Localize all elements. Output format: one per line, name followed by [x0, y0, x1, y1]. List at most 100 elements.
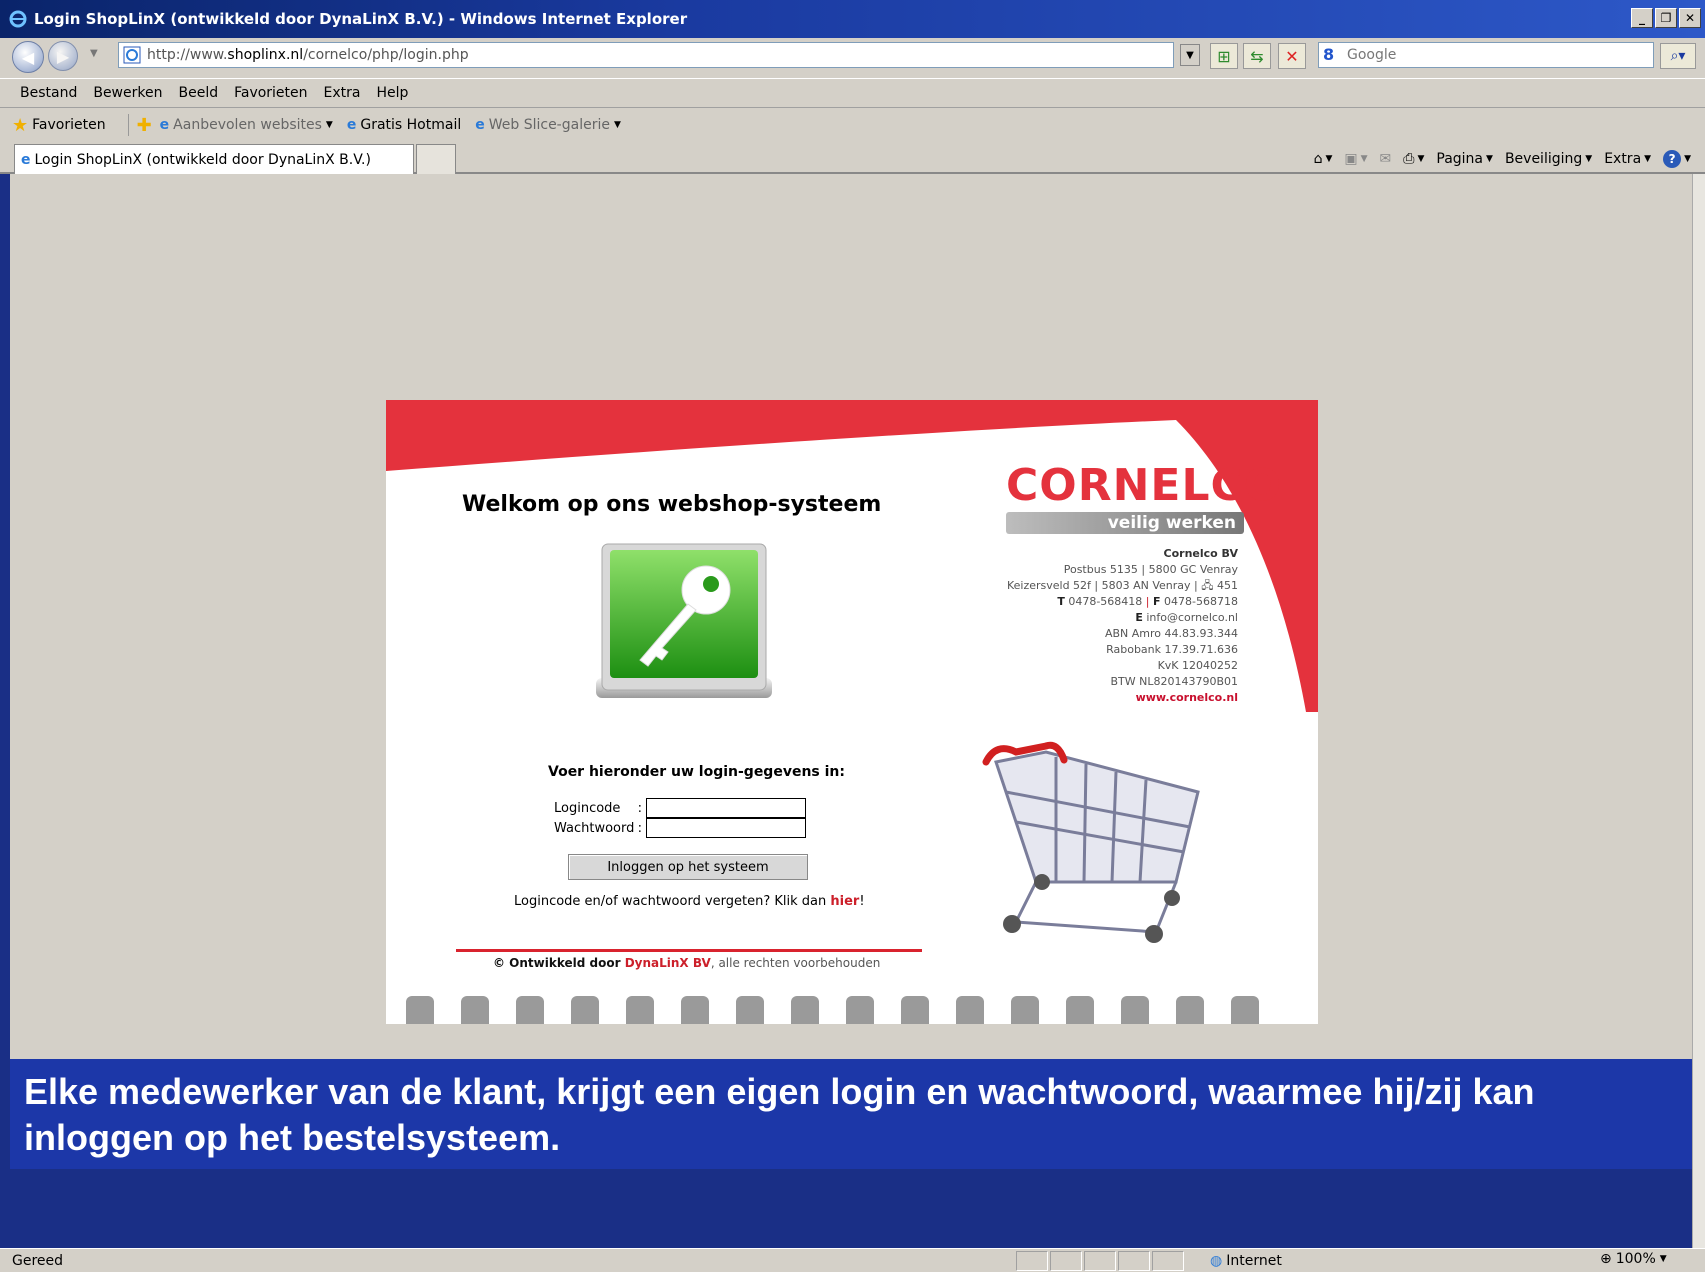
forward-button[interactable]: ▶: [48, 41, 78, 71]
status-bar: Gereed ◍ Internet ⊕ 100% ▼: [0, 1248, 1705, 1272]
history-dropdown-icon[interactable]: ▼: [90, 48, 98, 59]
menu-bewerken[interactable]: Bewerken: [85, 85, 170, 101]
vertical-scrollbar[interactable]: [1692, 174, 1705, 1248]
dynalinx-link[interactable]: DynaLinX BV: [625, 956, 711, 970]
url-prefix: http://www.: [147, 47, 228, 63]
zoom-level: 100%: [1615, 1251, 1656, 1267]
print-icon: ⎙: [1403, 151, 1415, 167]
close-button[interactable]: ✕: [1679, 8, 1701, 28]
security-menu[interactable]: Beveiliging ▼: [1505, 151, 1592, 167]
search-icon: ⌕: [1670, 48, 1679, 64]
security-menu-label: Beveiliging: [1504, 151, 1583, 167]
logincode-input[interactable]: [646, 798, 806, 818]
copyright-suffix: , alle rechten voorbehouden: [710, 956, 881, 970]
status-cell: [1050, 1251, 1082, 1271]
star-icon: ★: [12, 114, 29, 136]
minimize-button[interactable]: _: [1631, 8, 1653, 28]
key-icon: [596, 543, 772, 698]
help-button[interactable]: ? ▼: [1663, 150, 1691, 168]
copyright-prefix: © Ontwikkeld door: [493, 956, 625, 970]
search-input[interactable]: 8 Google: [1318, 42, 1654, 68]
mail-icon: ✉: [1379, 151, 1392, 167]
status-cell: [1118, 1251, 1150, 1271]
address-toolbar: ◀ ▶ ▼ http://www. shoplinx.nl/cornelco/ph…: [0, 38, 1705, 78]
favorites-label: Favorieten: [32, 117, 106, 133]
address-dropdown-button[interactable]: ▼: [1180, 44, 1200, 66]
rabo-line: Rabobank 17.39.71.636: [1106, 643, 1238, 656]
email: info@cornelco.nl: [1146, 611, 1238, 624]
add-favorite-icon[interactable]: ✚: [137, 115, 152, 136]
mail-button[interactable]: ✉: [1380, 151, 1392, 167]
restore-button[interactable]: ❐: [1655, 8, 1677, 28]
password-row: Wachtwoord:: [554, 818, 806, 838]
password-input[interactable]: [646, 818, 806, 838]
url-domain: shoplinx.nl: [227, 47, 304, 63]
company-address: Cornelco BV Postbus 5135 | 5800 GC Venra…: [1007, 546, 1238, 706]
chevron-down-icon: ▼: [613, 120, 621, 130]
home-button[interactable]: ⌂ ▼: [1314, 151, 1333, 167]
zone-label: Internet: [1226, 1253, 1282, 1269]
security-zone[interactable]: ◍ Internet: [1210, 1251, 1282, 1271]
address-line-2: Keizersveld 52f | 5803 AN Venray | 🖧 451: [1006, 579, 1238, 592]
zoom-control[interactable]: ⊕ 100% ▼: [1600, 1251, 1667, 1267]
divider: [456, 949, 922, 952]
decorative-tiles: [406, 996, 1318, 1024]
fav-web-slice-label: Web Slice-galerie: [488, 117, 610, 133]
website-link[interactable]: www.cornelco.nl: [1007, 690, 1238, 706]
stop-icon[interactable]: ✕: [1278, 43, 1306, 69]
compatibility-view-icon[interactable]: ⊞: [1210, 43, 1238, 69]
internet-explorer-icon: [9, 10, 27, 28]
menu-help[interactable]: Help: [369, 85, 417, 101]
phone-fax-line: T 0478-568418 | F 0478-568718: [1057, 595, 1238, 608]
fav-suggested-sites[interactable]: e Aanbevolen websites ▼: [160, 117, 333, 133]
rss-icon: ▣: [1344, 151, 1358, 167]
email-line: E info@cornelco.nl: [1007, 610, 1238, 626]
status-text: Gereed: [12, 1252, 64, 1269]
logo-tagline: veilig werken: [1006, 512, 1244, 534]
favorites-bar: ★ Favorieten ✚ e Aanbevolen websites ▼ e…: [0, 108, 1705, 142]
print-button[interactable]: ⎙ ▼: [1403, 151, 1424, 167]
company-name: Cornelco BV: [1163, 547, 1238, 560]
search-button[interactable]: ⌕ ▾: [1660, 43, 1696, 69]
forgot-end: !: [859, 894, 865, 909]
help-icon: ?: [1663, 150, 1682, 168]
feeds-button[interactable]: ▣ ▼: [1344, 151, 1367, 167]
forgot-password-link[interactable]: hier: [830, 894, 859, 909]
fav-suggested-label: Aanbevolen websites: [173, 117, 322, 133]
forgot-password-text: Logincode en/of wachtwoord vergeten? Kli…: [514, 894, 865, 909]
left-edge: [0, 174, 10, 1248]
abn-line: ABN Amro 44.83.93.344: [1104, 627, 1238, 640]
menu-beeld[interactable]: Beeld: [170, 85, 226, 101]
extra-menu-label: Extra: [1604, 151, 1642, 167]
forgot-text: Logincode en/of wachtwoord vergeten? Kli…: [514, 894, 831, 909]
fav-hotmail[interactable]: e Gratis Hotmail: [347, 117, 461, 133]
login-form-heading: Voer hieronder uw login-gegevens in:: [548, 764, 845, 780]
btw-line: BTW NL820143790B01: [1110, 675, 1238, 688]
menu-favorieten[interactable]: Favorieten: [226, 85, 315, 101]
page-icon: [123, 46, 141, 64]
extra-menu[interactable]: Extra ▼: [1604, 151, 1651, 167]
status-cell: [1016, 1251, 1048, 1271]
login-submit-button[interactable]: Inloggen op het systeem: [568, 854, 808, 880]
url-path: /cornelco/php/login.php: [303, 47, 469, 63]
refresh-icon[interactable]: ⇆: [1243, 43, 1271, 69]
new-tab-button[interactable]: [416, 144, 456, 174]
menu-extra[interactable]: Extra: [316, 85, 369, 101]
cornelco-logo: CORNELCO veilig werken: [1006, 464, 1281, 534]
favorites-button[interactable]: ★ Favorieten: [12, 115, 106, 136]
tab-login-shoplinx[interactable]: e Login ShopLinX (ontwikkeld door DynaLi…: [14, 144, 414, 174]
tab-label: Login ShopLinX (ontwikkeld door DynaLinX…: [34, 151, 371, 168]
fax: 0478-568718: [1164, 595, 1238, 608]
status-cell: [1152, 1251, 1184, 1271]
welcome-heading: Welkom op ons webshop-systeem: [462, 492, 882, 517]
fav-web-slice[interactable]: e Web Slice-galerie ▼: [475, 117, 621, 133]
kvk-line: KvK 12040252: [1157, 659, 1238, 672]
window-title-bar: Login ShopLinX (ontwikkeld door DynaLinX…: [0, 0, 1705, 38]
globe-icon: ◍: [1210, 1253, 1223, 1269]
menu-bestand[interactable]: Bestand: [12, 85, 85, 101]
back-button[interactable]: ◀: [12, 41, 44, 73]
phone: 0478-568418: [1068, 595, 1143, 608]
menu-bar: Bestand Bewerken Beeld Favorieten Extra …: [0, 78, 1705, 108]
page-menu[interactable]: Pagina ▼: [1436, 151, 1493, 167]
address-field[interactable]: http://www. shoplinx.nl/cornelco/php/logi…: [118, 42, 1174, 68]
